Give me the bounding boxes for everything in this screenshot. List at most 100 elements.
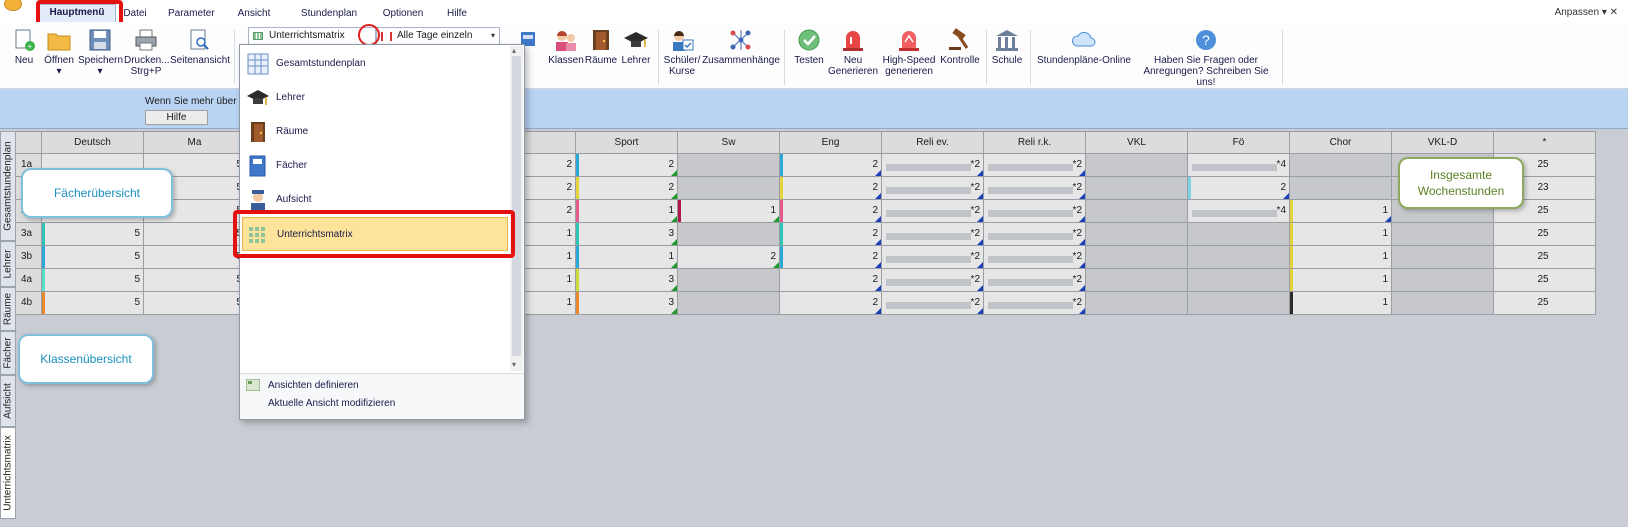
col-header-sw[interactable]: Sw	[678, 131, 780, 154]
cell-sw[interactable]: 2	[678, 246, 780, 269]
cell-chor[interactable]: 1	[1290, 246, 1392, 269]
cell-sport[interactable]: 3	[576, 292, 678, 315]
cell-eng[interactable]: 2	[780, 246, 882, 269]
cell-eng[interactable]: 2	[780, 200, 882, 223]
cell-chor[interactable]: 1	[1290, 292, 1392, 315]
page-preview-button[interactable]: Seitenansicht	[170, 28, 230, 66]
vtab-gesamtstundenplan[interactable]: Gesamtstundenplan	[0, 131, 16, 241]
cell-ma[interactable]: 5	[144, 223, 246, 246]
cell-ma[interactable]: 5	[144, 292, 246, 315]
col-header-sport[interactable]: Sport	[576, 131, 678, 154]
vtab-unterrichtsmatrix[interactable]: Unterrichtsmatrix	[0, 427, 16, 519]
cell-vkl[interactable]	[1086, 200, 1188, 223]
row-header-class[interactable]: 3b	[16, 246, 42, 269]
cell-chor[interactable]	[1290, 154, 1392, 177]
popup-scrollbar[interactable]: ▴ ▾	[510, 46, 523, 371]
cell-sw[interactable]	[678, 223, 780, 246]
vtab-raeume[interactable]: Räume	[0, 287, 16, 331]
cell-ma[interactable]: 5	[144, 246, 246, 269]
define-views-link[interactable]: Ansichten definieren	[268, 380, 359, 391]
online-plans-button[interactable]: Stundenpläne-Online	[1034, 28, 1134, 66]
cell-sport[interactable]: 1	[576, 246, 678, 269]
row-header-class[interactable]: 4a	[16, 269, 42, 292]
col-header-foe[interactable]: Fö	[1188, 131, 1290, 154]
cell-sport[interactable]: 3	[576, 223, 678, 246]
students-courses-button[interactable]: Schüler/ Kurse	[662, 28, 702, 77]
new-button[interactable]: + Neu	[10, 28, 38, 66]
cell-sw[interactable]: 1	[678, 200, 780, 223]
cell-vkl-d[interactable]	[1392, 292, 1494, 315]
save-dropdown-arrow-icon[interactable]: ▾	[78, 66, 122, 77]
cell-reli-rk[interactable]: *2	[984, 177, 1086, 200]
menu-ansicht[interactable]: Ansicht	[236, 6, 272, 22]
cell-vkl[interactable]	[1086, 177, 1188, 200]
high-speed-button[interactable]: High-Speed generieren	[880, 28, 938, 77]
row-header-class[interactable]: 3a	[16, 223, 42, 246]
open-dropdown-arrow-icon[interactable]: ▾	[42, 66, 76, 77]
cell-eng[interactable]: 2	[780, 154, 882, 177]
cell-reli-ev[interactable]: *2	[882, 223, 984, 246]
cell-reli-ev[interactable]: *2	[882, 292, 984, 315]
cell-sw[interactable]	[678, 154, 780, 177]
dropdown-arrow-icon[interactable]: ▾	[491, 28, 495, 44]
popup-item-faecher[interactable]: Fächer	[242, 149, 508, 183]
col-header-chor[interactable]: Chor	[1290, 131, 1392, 154]
col-header-vkl-d[interactable]: VKL-D	[1392, 131, 1494, 154]
menu-parameter[interactable]: Parameter	[168, 6, 215, 22]
cell-reli-ev[interactable]: *2	[882, 177, 984, 200]
print-button[interactable]: Drucken... Strg+P	[124, 28, 170, 77]
popup-item-raeume[interactable]: Räume	[242, 115, 508, 149]
cell-vkl[interactable]	[1086, 246, 1188, 269]
cell-chor[interactable]	[1290, 177, 1392, 200]
cell-ma[interactable]: 5	[144, 269, 246, 292]
col-header-ma[interactable]: Ma	[144, 131, 246, 154]
help-button[interactable]: Hilfe	[145, 110, 208, 125]
cell-sw[interactable]	[678, 269, 780, 292]
col-header-deutsch[interactable]: Deutsch	[42, 131, 144, 154]
cell-vkl-d[interactable]	[1392, 246, 1494, 269]
open-button[interactable]: Öffnen ▾	[42, 28, 76, 77]
cell-sport[interactable]: 2	[576, 154, 678, 177]
rooms-button[interactable]: Räume	[584, 28, 618, 66]
cell-reli-rk[interactable]: *2	[984, 223, 1086, 246]
cell-sw[interactable]	[678, 292, 780, 315]
modify-view-link[interactable]: Aktuelle Ansicht modifizieren	[268, 398, 395, 409]
cell-vkl[interactable]	[1086, 292, 1188, 315]
cell-deutsch[interactable]: 5	[42, 246, 144, 269]
popup-item-lehrer[interactable]: Lehrer	[242, 81, 508, 115]
cell-foe[interactable]: 2	[1188, 177, 1290, 200]
school-button[interactable]: Schule	[990, 28, 1024, 66]
popup-item-gesamtstundenplan[interactable]: Gesamtstundenplan	[242, 47, 508, 81]
cell-foe[interactable]	[1188, 246, 1290, 269]
cell-chor[interactable]: 1	[1290, 223, 1392, 246]
vtab-aufsicht[interactable]: Aufsicht	[0, 375, 16, 427]
cell-sport[interactable]: 2	[576, 177, 678, 200]
regenerate-button[interactable]: Neu Generieren	[828, 28, 878, 77]
cell-reli-rk[interactable]: *2	[984, 154, 1086, 177]
classes-button[interactable]: Klassen	[548, 28, 584, 66]
col-header-eng[interactable]: Eng	[780, 131, 882, 154]
cell-sport[interactable]: 1	[576, 200, 678, 223]
cell-vkl-d[interactable]	[1392, 223, 1494, 246]
cell-eng[interactable]: 2	[780, 223, 882, 246]
cell-eng[interactable]: 2	[780, 177, 882, 200]
col-header-reli-ev[interactable]: Reli ev.	[882, 131, 984, 154]
vtab-lehrer[interactable]: Lehrer	[0, 241, 16, 287]
cell-sport[interactable]: 3	[576, 269, 678, 292]
cell-deutsch[interactable]: 5	[42, 223, 144, 246]
cell-chor[interactable]: 1	[1290, 200, 1392, 223]
control-button[interactable]: Kontrolle	[938, 28, 982, 66]
cell-reli-rk[interactable]: *2	[984, 269, 1086, 292]
test-button[interactable]: Testen	[792, 28, 826, 66]
cell-reli-rk[interactable]: *2	[984, 200, 1086, 223]
menu-datei[interactable]: Datei	[120, 6, 150, 22]
cell-reli-ev[interactable]: *2	[882, 269, 984, 292]
cell-chor[interactable]: 1	[1290, 269, 1392, 292]
scroll-up-arrow-icon[interactable]: ▴	[512, 46, 516, 55]
feedback-button[interactable]: ? Haben Sie Fragen oder Anregungen? Schr…	[1134, 28, 1278, 88]
cell-eng[interactable]: 2	[780, 292, 882, 315]
cell-reli-rk[interactable]: *2	[984, 292, 1086, 315]
col-header-vkl[interactable]: VKL	[1086, 131, 1188, 154]
cell-foe[interactable]	[1188, 269, 1290, 292]
scroll-down-arrow-icon[interactable]: ▾	[512, 360, 516, 369]
